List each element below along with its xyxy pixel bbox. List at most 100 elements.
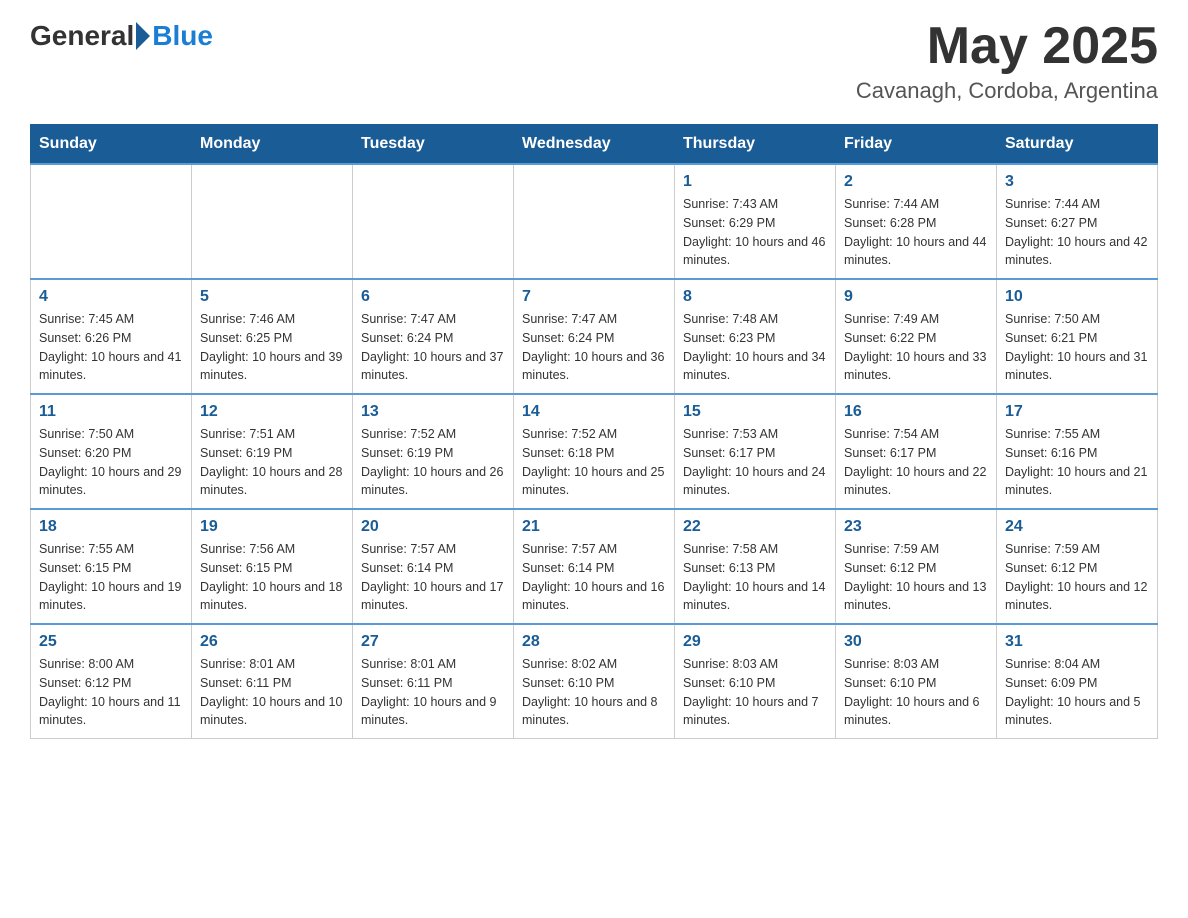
day-info: Sunrise: 7:59 AMSunset: 6:12 PMDaylight:… bbox=[1005, 540, 1149, 615]
calendar-cell: 15 Sunrise: 7:53 AMSunset: 6:17 PMDayligh… bbox=[675, 394, 836, 509]
day-number: 1 bbox=[683, 173, 827, 191]
day-info: Sunrise: 8:04 AMSunset: 6:09 PMDaylight:… bbox=[1005, 655, 1149, 730]
day-info: Sunrise: 7:49 AMSunset: 6:22 PMDaylight:… bbox=[844, 310, 988, 385]
col-header-monday: Monday bbox=[192, 125, 353, 165]
day-number: 15 bbox=[683, 403, 827, 421]
day-info: Sunrise: 7:50 AMSunset: 6:20 PMDaylight:… bbox=[39, 425, 183, 500]
day-info: Sunrise: 7:44 AMSunset: 6:28 PMDaylight:… bbox=[844, 195, 988, 270]
day-number: 11 bbox=[39, 403, 183, 421]
day-info: Sunrise: 7:52 AMSunset: 6:18 PMDaylight:… bbox=[522, 425, 666, 500]
week-row-4: 18Sunrise: 7:55 AMSunset: 6:15 PMDayligh… bbox=[31, 509, 1158, 624]
logo-general-text: General bbox=[30, 20, 134, 52]
logo-blue-text: Blue bbox=[152, 20, 213, 52]
day-info: Sunrise: 7:52 AMSunset: 6:19 PMDaylight:… bbox=[361, 425, 505, 500]
logo: General Blue bbox=[30, 20, 213, 52]
day-number: 31 bbox=[1005, 633, 1149, 651]
calendar-cell: 29 Sunrise: 8:03 AMSunset: 6:10 PMDayligh… bbox=[675, 624, 836, 739]
day-number: 23 bbox=[844, 518, 988, 536]
logo-arrow-icon bbox=[136, 22, 150, 50]
calendar-cell: 22Sunrise: 7:58 AMSunset: 6:13 PMDayligh… bbox=[675, 509, 836, 624]
day-number: 5 bbox=[200, 288, 344, 306]
day-number: 29 bbox=[683, 633, 827, 651]
col-header-sunday: Sunday bbox=[31, 125, 192, 165]
calendar-cell: 2 Sunrise: 7:44 AMSunset: 6:28 PMDaylight… bbox=[836, 164, 997, 279]
day-info: Sunrise: 7:59 AMSunset: 6:12 PMDaylight:… bbox=[844, 540, 988, 615]
day-info: Sunrise: 7:56 AMSunset: 6:15 PMDaylight:… bbox=[200, 540, 344, 615]
calendar-cell: 4 Sunrise: 7:45 AMSunset: 6:26 PMDaylight… bbox=[31, 279, 192, 394]
day-info: Sunrise: 7:55 AMSunset: 6:15 PMDaylight:… bbox=[39, 540, 183, 615]
calendar-cell bbox=[31, 164, 192, 279]
week-row-1: 1 Sunrise: 7:43 AMSunset: 6:29 PMDaylight… bbox=[31, 164, 1158, 279]
day-number: 8 bbox=[683, 288, 827, 306]
day-info: Sunrise: 7:47 AMSunset: 6:24 PMDaylight:… bbox=[361, 310, 505, 385]
calendar-cell: 6 Sunrise: 7:47 AMSunset: 6:24 PMDaylight… bbox=[353, 279, 514, 394]
day-info: Sunrise: 7:55 AMSunset: 6:16 PMDaylight:… bbox=[1005, 425, 1149, 500]
calendar-table: Sunday Monday Tuesday Wednesday Thursday… bbox=[30, 124, 1158, 739]
calendar-cell: 30 Sunrise: 8:03 AMSunset: 6:10 PMDayligh… bbox=[836, 624, 997, 739]
calendar-cell: 13 Sunrise: 7:52 AMSunset: 6:19 PMDayligh… bbox=[353, 394, 514, 509]
day-info: Sunrise: 7:45 AMSunset: 6:26 PMDaylight:… bbox=[39, 310, 183, 385]
calendar-cell: 28 Sunrise: 8:02 AMSunset: 6:10 PMDayligh… bbox=[514, 624, 675, 739]
day-number: 26 bbox=[200, 633, 344, 651]
calendar-cell: 1 Sunrise: 7:43 AMSunset: 6:29 PMDaylight… bbox=[675, 164, 836, 279]
week-row-2: 4 Sunrise: 7:45 AMSunset: 6:26 PMDaylight… bbox=[31, 279, 1158, 394]
day-number: 25 bbox=[39, 633, 183, 651]
calendar-cell: 18Sunrise: 7:55 AMSunset: 6:15 PMDayligh… bbox=[31, 509, 192, 624]
col-header-saturday: Saturday bbox=[997, 125, 1158, 165]
day-info: Sunrise: 8:03 AMSunset: 6:10 PMDaylight:… bbox=[844, 655, 988, 730]
calendar-cell: 11 Sunrise: 7:50 AMSunset: 6:20 PMDayligh… bbox=[31, 394, 192, 509]
day-info: Sunrise: 7:43 AMSunset: 6:29 PMDaylight:… bbox=[683, 195, 827, 270]
calendar-cell: 8 Sunrise: 7:48 AMSunset: 6:23 PMDaylight… bbox=[675, 279, 836, 394]
location-text: Cavanagh, Cordoba, Argentina bbox=[856, 78, 1158, 104]
day-number: 13 bbox=[361, 403, 505, 421]
day-number: 24 bbox=[1005, 518, 1149, 536]
day-info: Sunrise: 8:03 AMSunset: 6:10 PMDaylight:… bbox=[683, 655, 827, 730]
col-header-tuesday: Tuesday bbox=[353, 125, 514, 165]
month-title: May 2025 bbox=[856, 20, 1158, 72]
calendar-cell bbox=[353, 164, 514, 279]
day-number: 27 bbox=[361, 633, 505, 651]
day-number: 14 bbox=[522, 403, 666, 421]
day-number: 7 bbox=[522, 288, 666, 306]
day-number: 30 bbox=[844, 633, 988, 651]
calendar-cell: 25Sunrise: 8:00 AMSunset: 6:12 PMDayligh… bbox=[31, 624, 192, 739]
day-number: 6 bbox=[361, 288, 505, 306]
day-info: Sunrise: 7:50 AMSunset: 6:21 PMDaylight:… bbox=[1005, 310, 1149, 385]
day-number: 16 bbox=[844, 403, 988, 421]
calendar-cell: 9 Sunrise: 7:49 AMSunset: 6:22 PMDaylight… bbox=[836, 279, 997, 394]
calendar-cell: 31 Sunrise: 8:04 AMSunset: 6:09 PMDayligh… bbox=[997, 624, 1158, 739]
day-number: 19 bbox=[200, 518, 344, 536]
col-header-wednesday: Wednesday bbox=[514, 125, 675, 165]
page-header: General Blue May 2025 Cavanagh, Cordoba,… bbox=[30, 20, 1158, 104]
day-info: Sunrise: 7:48 AMSunset: 6:23 PMDaylight:… bbox=[683, 310, 827, 385]
calendar-cell: 19 Sunrise: 7:56 AMSunset: 6:15 PMDayligh… bbox=[192, 509, 353, 624]
calendar-cell bbox=[192, 164, 353, 279]
calendar-cell: 27Sunrise: 8:01 AMSunset: 6:11 PMDayligh… bbox=[353, 624, 514, 739]
day-number: 9 bbox=[844, 288, 988, 306]
day-info: Sunrise: 8:01 AMSunset: 6:11 PMDaylight:… bbox=[200, 655, 344, 730]
calendar-cell: 10 Sunrise: 7:50 AMSunset: 6:21 PMDayligh… bbox=[997, 279, 1158, 394]
day-number: 4 bbox=[39, 288, 183, 306]
day-number: 10 bbox=[1005, 288, 1149, 306]
day-number: 3 bbox=[1005, 173, 1149, 191]
day-info: Sunrise: 7:46 AMSunset: 6:25 PMDaylight:… bbox=[200, 310, 344, 385]
day-number: 28 bbox=[522, 633, 666, 651]
day-info: Sunrise: 7:57 AMSunset: 6:14 PMDaylight:… bbox=[361, 540, 505, 615]
week-row-5: 25Sunrise: 8:00 AMSunset: 6:12 PMDayligh… bbox=[31, 624, 1158, 739]
day-info: Sunrise: 8:02 AMSunset: 6:10 PMDaylight:… bbox=[522, 655, 666, 730]
day-number: 20 bbox=[361, 518, 505, 536]
calendar-cell: 24 Sunrise: 7:59 AMSunset: 6:12 PMDayligh… bbox=[997, 509, 1158, 624]
calendar-cell: 17 Sunrise: 7:55 AMSunset: 6:16 PMDayligh… bbox=[997, 394, 1158, 509]
day-info: Sunrise: 7:53 AMSunset: 6:17 PMDaylight:… bbox=[683, 425, 827, 500]
week-row-3: 11 Sunrise: 7:50 AMSunset: 6:20 PMDayligh… bbox=[31, 394, 1158, 509]
day-info: Sunrise: 7:58 AMSunset: 6:13 PMDaylight:… bbox=[683, 540, 827, 615]
day-number: 12 bbox=[200, 403, 344, 421]
day-info: Sunrise: 7:57 AMSunset: 6:14 PMDaylight:… bbox=[522, 540, 666, 615]
day-number: 2 bbox=[844, 173, 988, 191]
day-number: 21 bbox=[522, 518, 666, 536]
calendar-cell: 7Sunrise: 7:47 AMSunset: 6:24 PMDaylight… bbox=[514, 279, 675, 394]
calendar-cell bbox=[514, 164, 675, 279]
day-number: 17 bbox=[1005, 403, 1149, 421]
title-section: May 2025 Cavanagh, Cordoba, Argentina bbox=[856, 20, 1158, 104]
calendar-cell: 14 Sunrise: 7:52 AMSunset: 6:18 PMDayligh… bbox=[514, 394, 675, 509]
